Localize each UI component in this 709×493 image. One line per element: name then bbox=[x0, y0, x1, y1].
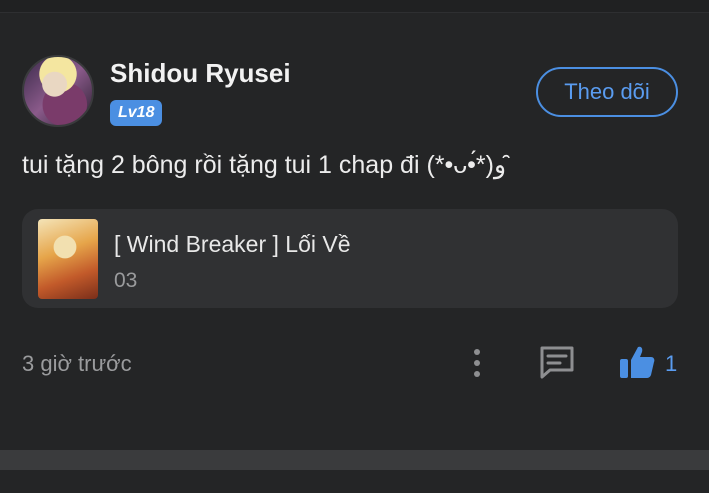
comment-post: Shidou Ryusei Lv18 Theo dõi tui tặng 2 b… bbox=[0, 0, 709, 437]
like-count: 1 bbox=[665, 351, 678, 376]
more-vertical-icon[interactable] bbox=[466, 345, 488, 381]
section-divider bbox=[0, 450, 709, 470]
manga-thumbnail bbox=[38, 219, 98, 299]
follow-button[interactable]: Theo dõi bbox=[536, 67, 678, 117]
next-section bbox=[0, 470, 709, 493]
manga-card[interactable]: [ Wind Breaker ] Lối Về 03 bbox=[22, 209, 678, 308]
comment-icon[interactable] bbox=[538, 344, 576, 380]
username[interactable]: Shidou Ryusei bbox=[110, 58, 291, 89]
manga-chapter: 03 bbox=[114, 269, 138, 292]
thumbs-up-icon[interactable] bbox=[618, 344, 656, 380]
manga-title: [ Wind Breaker ] Lối Về bbox=[114, 231, 351, 257]
comment-text: tui tặng 2 bông rồi tặng tui 1 chap đi (… bbox=[22, 151, 514, 179]
post-time: 3 giờ trước bbox=[22, 351, 132, 376]
avatar[interactable] bbox=[22, 55, 94, 127]
level-badge: Lv18 bbox=[110, 100, 163, 126]
